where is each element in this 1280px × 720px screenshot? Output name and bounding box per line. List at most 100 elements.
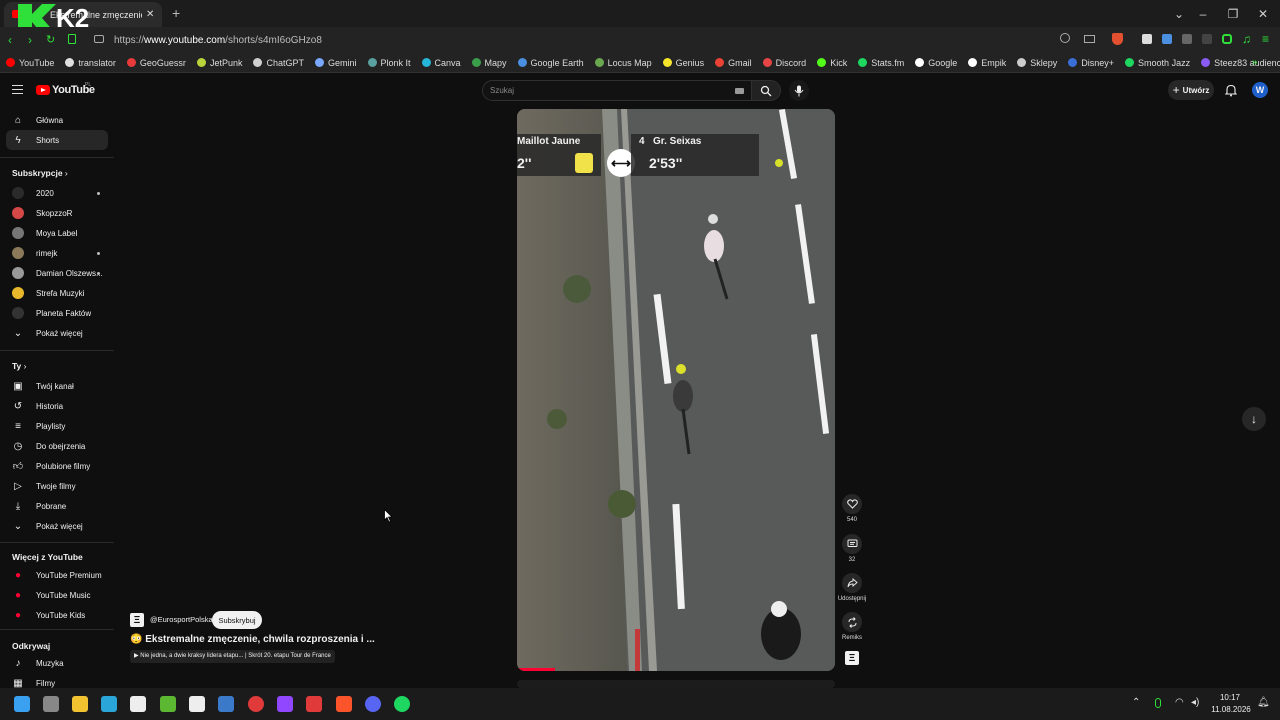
spotify-icon[interactable] <box>394 696 410 712</box>
sidebar-item[interactable]: ♪ Muzyka <box>6 653 108 673</box>
cast-icon[interactable] <box>1084 35 1095 43</box>
related-video-link[interactable]: ▶ Nie jedna, a dwie kraksy lidera etapu.… <box>130 650 335 663</box>
record-icon[interactable] <box>248 696 264 712</box>
extension-icon[interactable] <box>1142 34 1152 44</box>
sidebar-item[interactable]: ● YouTube Premium <box>6 565 108 585</box>
bookmark-item[interactable]: Google Earth <box>517 58 584 68</box>
sidebar-item[interactable]: ▣ Twój kanał <box>6 376 108 396</box>
twitch-icon[interactable] <box>277 696 293 712</box>
channel-thumbnail-icon[interactable]: Ξ <box>845 651 859 665</box>
bookmark-item[interactable]: Locus Map <box>594 58 652 68</box>
bookmark-item[interactable]: Disney+ <box>1068 58 1114 68</box>
sidebar-item[interactable]: Strefa Muzyki <box>6 283 108 303</box>
brave-icon[interactable] <box>336 696 352 712</box>
keyboard-icon[interactable] <box>735 88 744 94</box>
create-button[interactable]: + Utwórz <box>1168 80 1214 100</box>
sidebar-item[interactable]: ▷ Twoje filmy <box>6 476 108 496</box>
bookmark-item[interactable]: Sklepy <box>1017 58 1057 68</box>
tray-expand-icon[interactable]: ⌃ <box>1132 697 1140 708</box>
edge-icon[interactable] <box>101 696 117 712</box>
bookmark-icon[interactable] <box>68 34 76 44</box>
sidebar-item[interactable]: Moya Label <box>6 223 108 243</box>
bookmark-item[interactable]: YouTube <box>6 58 54 68</box>
video-progress[interactable] <box>517 668 556 671</box>
mic-tray-icon[interactable] <box>1155 698 1161 708</box>
music-extension-icon[interactable]: ♫ <box>1242 32 1251 46</box>
bookmark-item[interactable]: Stats.fm <box>858 58 904 68</box>
bookmark-item[interactable]: translator <box>65 58 116 68</box>
bookmark-item[interactable]: Discord <box>762 58 806 68</box>
bookmark-item[interactable]: Empik <box>968 58 1006 68</box>
bookmark-item[interactable]: Mapy <box>471 58 507 68</box>
back-icon[interactable]: ‹ <box>8 33 12 47</box>
sidebar-item[interactable]: ⌂ Główna <box>6 110 108 130</box>
reload-icon[interactable]: ↻ <box>46 33 55 46</box>
translate-extension-icon[interactable] <box>1162 34 1172 44</box>
capcut-icon[interactable] <box>130 696 146 712</box>
shorts-video-player[interactable]: Maillot Jaune 2'' ⟷ 4 Gr. Seixas 2'53'' <box>517 109 835 671</box>
address-bar[interactable]: https://www.youtube.com/shorts/s4mI6oGHz… <box>114 30 1134 50</box>
bookmark-item[interactable]: Gemini <box>314 58 357 68</box>
youtube-logo-icon[interactable] <box>36 85 50 95</box>
bookmark-item[interactable]: Plonk It <box>367 58 411 68</box>
restore-icon[interactable]: ❐ <box>1218 0 1248 27</box>
wifi-icon[interactable]: ◠ <box>1175 697 1184 708</box>
bookmark-item[interactable]: Kick <box>817 58 847 68</box>
minimize-icon[interactable]: – <box>1188 0 1218 27</box>
zoom-icon[interactable] <box>1060 33 1070 43</box>
sidebar-item[interactable]: ⌄ Pokaż więcej <box>6 323 108 343</box>
search-button[interactable] <box>751 80 781 101</box>
bookmark-item[interactable]: ChatGPT <box>253 58 304 68</box>
browser-menu-icon[interactable]: ≡ <box>1262 32 1269 46</box>
channel-avatar[interactable]: Ξ <box>130 613 144 627</box>
bookmark-item[interactable]: JetPunk <box>196 58 242 68</box>
sidebar-item[interactable]: 👍︎ Polubione filmy <box>6 456 108 476</box>
comment-action[interactable]: 32 <box>840 534 864 563</box>
sidebar-item[interactable]: ● YouTube Music <box>6 585 108 605</box>
sidebar-item[interactable]: SkopzzoR <box>6 203 108 223</box>
site-settings-icon[interactable] <box>94 35 104 43</box>
extension-icon-2[interactable] <box>1202 34 1212 44</box>
tab-close-icon[interactable]: ✕ <box>146 9 154 20</box>
settings-icon[interactable] <box>43 696 59 712</box>
puzzle-extension-icon[interactable] <box>1222 34 1232 44</box>
bookmark-item[interactable]: Steez83 audiencja <box>1201 58 1280 68</box>
search-input[interactable]: Szukaj <box>482 80 752 101</box>
sidebar-item[interactable]: ⤓ Pobrane <box>6 496 108 516</box>
forward-icon[interactable]: › <box>28 33 32 47</box>
notifications-icon[interactable] <box>1225 84 1237 97</box>
bookmark-item[interactable]: Gmail <box>715 58 752 68</box>
new-tab-button[interactable]: + <box>172 5 180 21</box>
hamburger-menu-icon[interactable] <box>12 85 23 94</box>
bookmark-item[interactable]: Google <box>915 58 957 68</box>
steam-icon[interactable] <box>218 696 234 712</box>
next-video-preview[interactable] <box>517 680 835 688</box>
bookmark-item[interactable]: GeoGuessr <box>126 58 186 68</box>
sidebar-item[interactable]: Damian Olszews... <box>6 263 108 283</box>
sidebar-section-title[interactable]: Subskrypcje › <box>12 168 68 178</box>
sidebar-section-title[interactable]: Ty › <box>12 361 27 371</box>
brave-shield-icon[interactable] <box>1112 33 1123 45</box>
notification-center-icon[interactable]: 🔔︎ <box>1257 697 1270 708</box>
sidebar-item[interactable]: ↺ Historia <box>6 396 108 416</box>
sidebar-item[interactable]: Planeta Faktów <box>6 303 108 323</box>
sidebar-item[interactable]: ⌄ Pokaż więcej <box>6 516 108 536</box>
audio-extension-icon[interactable] <box>1182 34 1192 44</box>
next-short-button[interactable]: ↓ <box>1242 407 1266 431</box>
account-avatar[interactable]: W <box>1252 82 1268 98</box>
more-bookmarks-icon[interactable]: » <box>1252 57 1258 68</box>
opera-gx-icon[interactable] <box>306 696 322 712</box>
sidebar-item[interactable]: ϟ Shorts <box>6 130 108 150</box>
sidebar-item[interactable]: ◷ Do obejrzenia <box>6 436 108 456</box>
volume-icon[interactable]: ◂) <box>1191 697 1199 708</box>
bookmark-item[interactable]: Smooth Jazz <box>1125 58 1190 68</box>
sidebar-item[interactable]: 2020 <box>6 183 108 203</box>
taskbar-time[interactable]: 10:17 <box>1208 693 1252 702</box>
like-action[interactable]: 540 <box>840 494 864 523</box>
subscribe-button[interactable]: Subskrybuj <box>212 611 262 629</box>
voice-search-button[interactable] <box>789 80 809 101</box>
taskbar-date[interactable]: 11.08.2026 <box>1206 705 1256 714</box>
file-explorer-icon[interactable] <box>72 696 88 712</box>
minecraft-icon[interactable] <box>160 696 176 712</box>
bookmark-item[interactable]: Canva <box>421 58 461 68</box>
